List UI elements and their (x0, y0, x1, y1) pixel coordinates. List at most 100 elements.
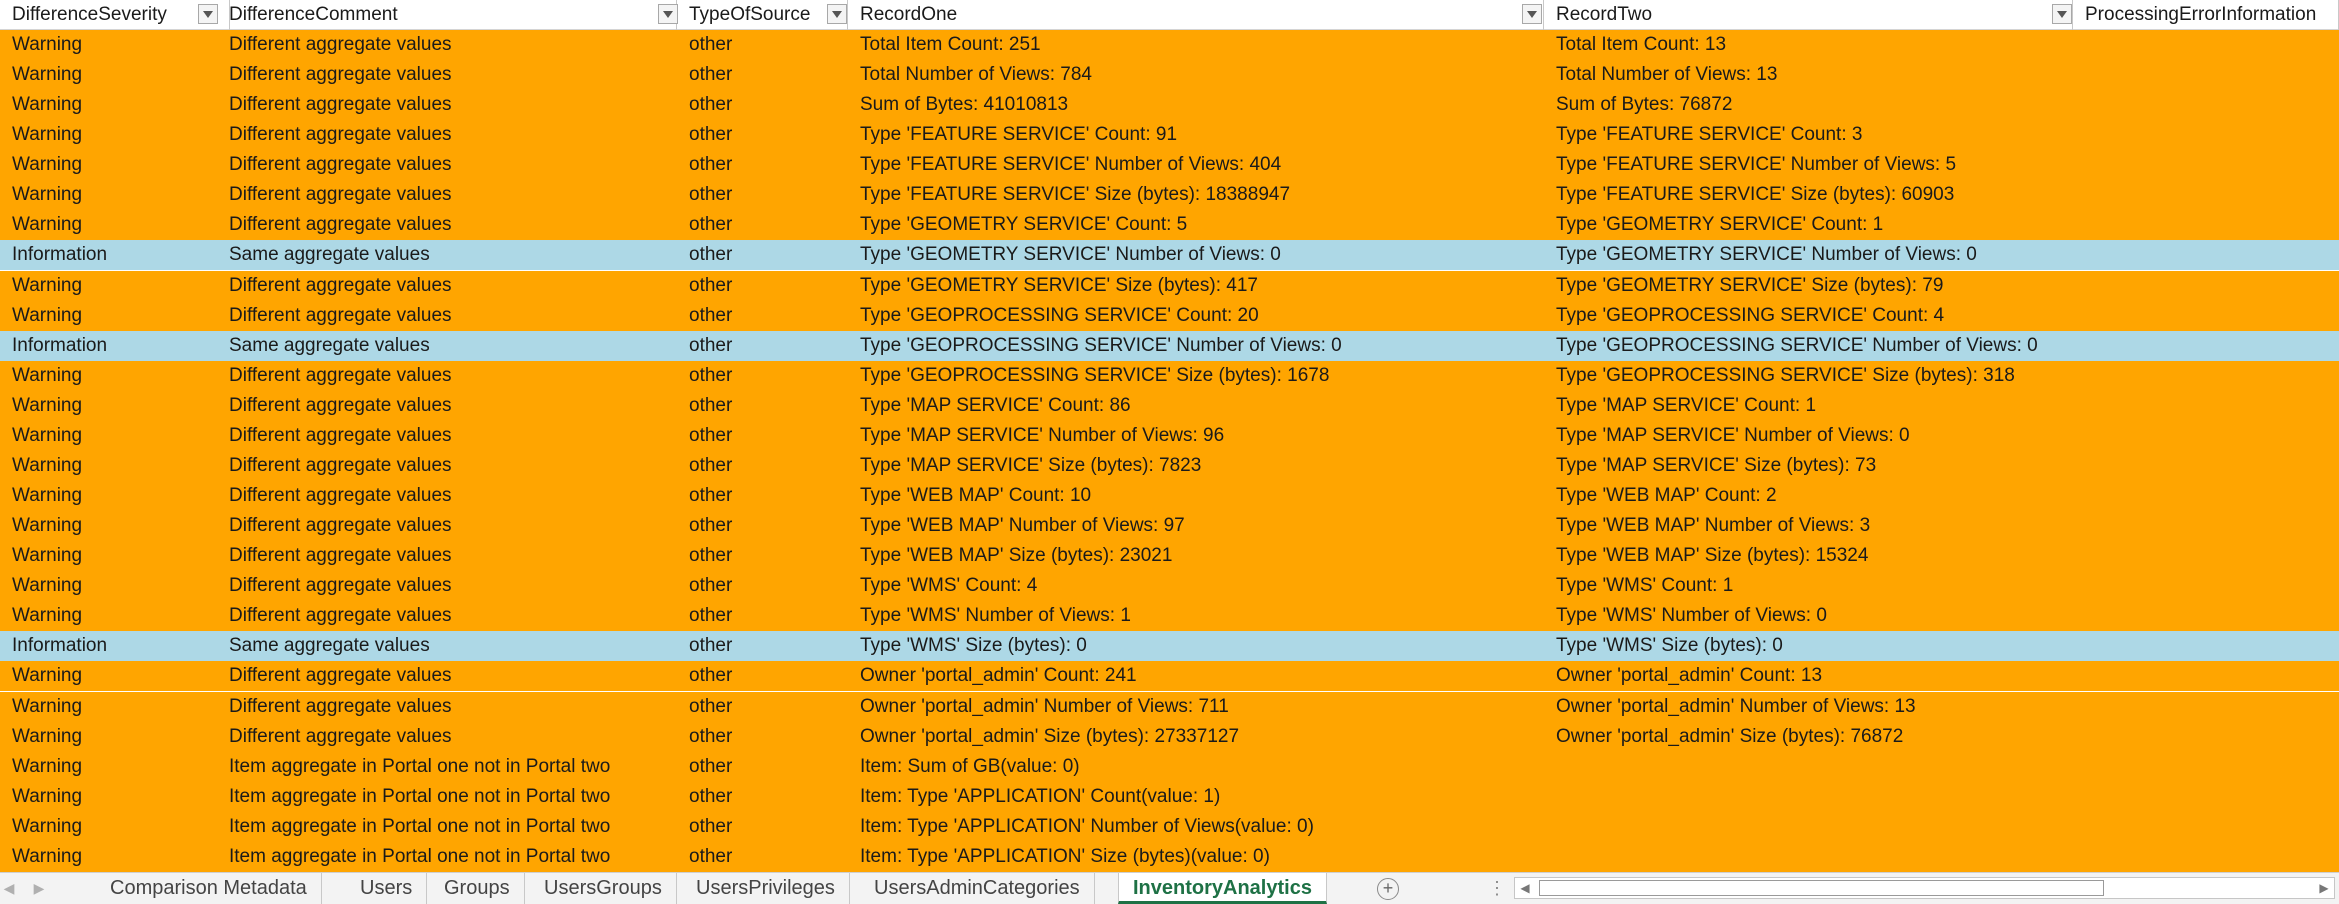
comment-cell[interactable]: Different aggregate values (217, 692, 677, 722)
record-two-cell[interactable]: Owner 'portal_admin' Number of Views: 13 (1544, 692, 2085, 722)
table-row[interactable]: Warning Different aggregate values other Ty… (0, 300, 2339, 331)
table-row[interactable]: Warning Different aggregate values other Ow… (0, 691, 2339, 722)
record-two-cell[interactable]: Total Number of Views: 13 (1544, 60, 2085, 90)
severity-cell[interactable]: Warning (0, 571, 217, 601)
record-two-cell[interactable] (1544, 842, 2085, 872)
severity-cell[interactable]: Warning (0, 60, 217, 90)
severity-cell[interactable]: Warning (0, 692, 217, 722)
sheet-tab-groups[interactable]: Groups (430, 873, 525, 904)
table-row[interactable]: Warning Different aggregate values other Ow… (0, 721, 2339, 752)
comment-cell[interactable]: Different aggregate values (217, 391, 677, 421)
record-two-cell[interactable]: Type 'WMS' Size (bytes): 0 (1544, 631, 2085, 661)
severity-cell[interactable]: Information (0, 240, 217, 270)
sheet-tab-usersprivileges[interactable]: UsersPrivileges (682, 873, 850, 904)
scroll-right-icon[interactable]: ▶ (2314, 878, 2334, 898)
record-one-cell[interactable]: Type 'WMS' Number of Views: 1 (848, 601, 1554, 631)
source-cell[interactable]: other (677, 240, 859, 270)
source-cell[interactable]: other (677, 451, 859, 481)
record-one-cell[interactable]: Type 'FEATURE SERVICE' Count: 91 (848, 120, 1554, 150)
table-row[interactable]: Warning Different aggregate values other Su… (0, 90, 2339, 121)
severity-cell[interactable]: Warning (0, 511, 217, 541)
comment-cell[interactable]: Different aggregate values (217, 271, 677, 301)
source-cell[interactable]: other (677, 150, 859, 180)
severity-cell[interactable]: Information (0, 331, 217, 361)
severity-cell[interactable]: Warning (0, 481, 217, 511)
record-two-cell[interactable] (1544, 812, 2085, 842)
record-one-cell[interactable]: Type 'MAP SERVICE' Size (bytes): 7823 (848, 451, 1554, 481)
record-two-cell[interactable]: Owner 'portal_admin' Count: 13 (1544, 661, 2085, 691)
record-one-cell[interactable]: Total Number of Views: 784 (848, 60, 1554, 90)
source-cell[interactable]: other (677, 782, 859, 812)
filter-dropdown-button[interactable] (827, 4, 847, 24)
record-one-cell[interactable]: Type 'WMS' Size (bytes): 0 (848, 631, 1554, 661)
record-one-cell[interactable]: Type 'WEB MAP' Number of Views: 97 (848, 511, 1554, 541)
record-two-cell[interactable]: Type 'WEB MAP' Count: 2 (1544, 481, 2085, 511)
source-cell[interactable]: other (677, 60, 859, 90)
record-two-cell[interactable]: Type 'WMS' Number of Views: 0 (1544, 601, 2085, 631)
table-row[interactable]: Warning Different aggregate values other Ty… (0, 601, 2339, 632)
severity-cell[interactable]: Warning (0, 210, 217, 240)
table-row[interactable]: Warning Different aggregate values other To… (0, 60, 2339, 91)
sheet-tab-inventoryanalytics[interactable]: InventoryAnalytics (1118, 873, 1327, 904)
table-row[interactable]: Warning Different aggregate values other Ty… (0, 450, 2339, 481)
record-one-cell[interactable]: Type 'FEATURE SERVICE' Number of Views: … (848, 150, 1554, 180)
record-two-cell[interactable]: Type 'MAP SERVICE' Size (bytes): 73 (1544, 451, 2085, 481)
sheet-tab-usersgroups[interactable]: UsersGroups (530, 873, 677, 904)
source-cell[interactable]: other (677, 601, 859, 631)
comment-cell[interactable]: Different aggregate values (217, 601, 677, 631)
source-cell[interactable]: other (677, 511, 859, 541)
more-options-icon[interactable]: ⋮ (1488, 877, 1506, 899)
column-header-record-two[interactable]: RecordTwo (1544, 0, 2073, 30)
comment-cell[interactable]: Different aggregate values (217, 571, 677, 601)
table-row[interactable]: Warning Item aggregate in Portal one not … (0, 781, 2339, 812)
comment-cell[interactable]: Different aggregate values (217, 511, 677, 541)
record-one-cell[interactable]: Type 'FEATURE SERVICE' Size (bytes): 183… (848, 180, 1554, 210)
record-two-cell[interactable]: Type 'GEOMETRY SERVICE' Size (bytes): 79 (1544, 271, 2085, 301)
horizontal-scrollbar[interactable]: ◀ ▶ (1514, 877, 2335, 899)
source-cell[interactable]: other (677, 692, 859, 722)
severity-cell[interactable]: Warning (0, 271, 217, 301)
scroll-tabs-left-icon[interactable]: ◀ (0, 879, 18, 897)
table-row[interactable]: Information Same aggregate values other Typ… (0, 330, 2339, 361)
record-one-cell[interactable]: Type 'WEB MAP' Count: 10 (848, 481, 1554, 511)
column-header-processing-error-information[interactable]: ProcessingErrorInformation (2073, 0, 2339, 30)
table-row[interactable]: Warning Different aggregate values other Ty… (0, 511, 2339, 542)
record-one-cell[interactable]: Type 'WMS' Count: 4 (848, 571, 1554, 601)
record-one-cell[interactable]: Type 'GEOPROCESSING SERVICE' Number of V… (848, 331, 1554, 361)
record-one-cell[interactable]: Item: Type 'APPLICATION' Size (bytes)(va… (848, 842, 1554, 872)
comment-cell[interactable]: Different aggregate values (217, 421, 677, 451)
record-two-cell[interactable]: Type 'WMS' Count: 1 (1544, 571, 2085, 601)
filter-dropdown-button[interactable] (1522, 4, 1542, 24)
record-one-cell[interactable]: Owner 'portal_admin' Size (bytes): 27337… (848, 722, 1554, 752)
severity-cell[interactable]: Warning (0, 150, 217, 180)
record-two-cell[interactable]: Type 'GEOPROCESSING SERVICE' Count: 4 (1544, 301, 2085, 331)
severity-cell[interactable]: Warning (0, 812, 217, 842)
record-two-cell[interactable]: Type 'GEOPROCESSING SERVICE' Size (bytes… (1544, 361, 2085, 391)
table-row[interactable]: Warning Item aggregate in Portal one not … (0, 751, 2339, 782)
comment-cell[interactable]: Different aggregate values (217, 180, 677, 210)
table-row[interactable]: Information Same aggregate values other Typ… (0, 240, 2339, 271)
table-row[interactable]: Warning Different aggregate values other Ty… (0, 120, 2339, 151)
source-cell[interactable]: other (677, 361, 859, 391)
column-header-difference-severity[interactable]: DifferenceSeverity (0, 0, 230, 30)
severity-cell[interactable]: Warning (0, 661, 217, 691)
comment-cell[interactable]: Different aggregate values (217, 30, 677, 60)
add-sheet-button[interactable]: + (1377, 878, 1399, 900)
source-cell[interactable]: other (677, 421, 859, 451)
comment-cell[interactable]: Item aggregate in Portal one not in Port… (217, 842, 677, 872)
severity-cell[interactable]: Warning (0, 30, 217, 60)
record-one-cell[interactable]: Type 'GEOPROCESSING SERVICE' Count: 20 (848, 301, 1554, 331)
record-one-cell[interactable]: Type 'GEOMETRY SERVICE' Count: 5 (848, 210, 1554, 240)
record-two-cell[interactable]: Owner 'portal_admin' Size (bytes): 76872 (1544, 722, 2085, 752)
severity-cell[interactable]: Information (0, 631, 217, 661)
table-row[interactable]: Warning Different aggregate values other Ty… (0, 390, 2339, 421)
severity-cell[interactable]: Warning (0, 451, 217, 481)
table-row[interactable]: Warning Item aggregate in Portal one not … (0, 841, 2339, 872)
severity-cell[interactable]: Warning (0, 391, 217, 421)
record-one-cell[interactable]: Type 'GEOMETRY SERVICE' Number of Views:… (848, 240, 1554, 270)
spreadsheet-grid[interactable]: DifferenceSeverity DifferenceComment Typ… (0, 0, 2339, 872)
table-row[interactable]: Information Same aggregate values other Typ… (0, 631, 2339, 662)
severity-cell[interactable]: Warning (0, 301, 217, 331)
comment-cell[interactable]: Same aggregate values (217, 331, 677, 361)
comment-cell[interactable]: Different aggregate values (217, 361, 677, 391)
